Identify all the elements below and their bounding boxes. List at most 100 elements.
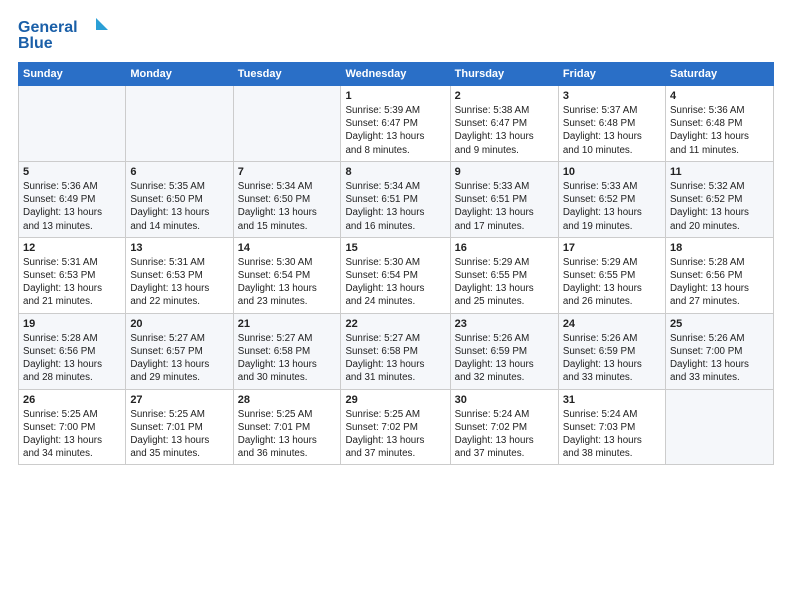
day-info: Sunrise: 5:26 AM Sunset: 7:00 PM Dayligh… (670, 332, 769, 385)
day-cell: 13Sunrise: 5:31 AM Sunset: 6:53 PM Dayli… (126, 237, 233, 313)
day-cell: 18Sunrise: 5:28 AM Sunset: 6:56 PM Dayli… (665, 237, 773, 313)
header: GeneralBlue (18, 16, 774, 54)
day-number: 2 (455, 90, 554, 102)
day-cell: 7 Sunrise: 5:34 AM Sunset: 6:50 PM Daylig… (233, 161, 341, 237)
day-cell: 15Sunrise: 5:30 AM Sunset: 6:54 PM Dayli… (341, 237, 450, 313)
day-cell: 9 Sunrise: 5:33 AM Sunset: 6:51 PM Daylig… (450, 161, 558, 237)
day-info: Sunrise: 5:26 AM Sunset: 6:59 PM Dayligh… (563, 332, 661, 385)
day-info: Sunrise: 5:36 AM Sunset: 6:48 PM Dayligh… (670, 104, 769, 157)
day-info: Sunrise: 5:26 AM Sunset: 6:59 PM Dayligh… (455, 332, 554, 385)
day-info: Sunrise: 5:25 AM Sunset: 7:01 PM Dayligh… (130, 408, 228, 461)
day-number: 12 (23, 242, 121, 254)
day-info: Sunrise: 5:34 AM Sunset: 6:51 PM Dayligh… (345, 180, 445, 233)
day-info: Sunrise: 5:39 AM Sunset: 6:47 PM Dayligh… (345, 104, 445, 157)
week-row-3: 12 Sunrise: 5:31 AM Sunset: 6:53 PM Dayli… (19, 237, 774, 313)
day-number: 20 (130, 318, 228, 330)
day-cell: 8 Sunrise: 5:34 AM Sunset: 6:51 PM Daylig… (341, 161, 450, 237)
calendar-page: GeneralBlue SundayMondayTuesdayWednesday… (0, 0, 792, 612)
day-number: 14 (238, 242, 337, 254)
day-number: 1 (345, 90, 445, 102)
week-row-4: 19 Sunrise: 5:28 AM Sunset: 6:56 PM Dayli… (19, 313, 774, 389)
day-cell: 28 Sunrise: 5:25 AM Sunset: 7:01 PM Dayli… (233, 389, 341, 465)
day-info: Sunrise: 5:29 AM Sunset: 6:55 PM Dayligh… (455, 256, 554, 309)
day-cell: 16Sunrise: 5:29 AM Sunset: 6:55 PM Dayli… (450, 237, 558, 313)
day-number: 10 (563, 166, 661, 178)
weekday-sunday: Sunday (19, 63, 126, 86)
day-cell: 3 Sunrise: 5:37 AM Sunset: 6:48 PM Daylig… (558, 86, 665, 162)
day-cell (233, 86, 341, 162)
day-cell: 20 Sunrise: 5:27 AM Sunset: 6:57 PM Dayli… (126, 313, 233, 389)
day-cell (665, 389, 773, 465)
day-cell: 14Sunrise: 5:30 AM Sunset: 6:54 PM Dayli… (233, 237, 341, 313)
day-number: 28 (238, 394, 337, 406)
weekday-thursday: Thursday (450, 63, 558, 86)
day-cell: 25 Sunrise: 5:26 AM Sunset: 7:00 PM Dayli… (665, 313, 773, 389)
day-number: 23 (455, 318, 554, 330)
logo: GeneralBlue (18, 16, 118, 54)
day-cell: 22 Sunrise: 5:27 AM Sunset: 6:58 PM Dayli… (341, 313, 450, 389)
day-cell: 4 Sunrise: 5:36 AM Sunset: 6:48 PM Daylig… (665, 86, 773, 162)
day-number: 22 (345, 318, 445, 330)
day-info: Sunrise: 5:37 AM Sunset: 6:48 PM Dayligh… (563, 104, 661, 157)
day-cell (19, 86, 126, 162)
day-number: 30 (455, 394, 554, 406)
day-cell: 30 Sunrise: 5:24 AM Sunset: 7:02 PM Dayli… (450, 389, 558, 465)
day-info: Sunrise: 5:29 AM Sunset: 6:55 PM Dayligh… (563, 256, 661, 309)
day-cell (126, 86, 233, 162)
weekday-wednesday: Wednesday (341, 63, 450, 86)
day-number: 31 (563, 394, 661, 406)
day-number: 25 (670, 318, 769, 330)
day-number: 8 (345, 166, 445, 178)
day-info: Sunrise: 5:33 AM Sunset: 6:51 PM Dayligh… (455, 180, 554, 233)
day-number: 17 (563, 242, 661, 254)
day-info: Sunrise: 5:24 AM Sunset: 7:02 PM Dayligh… (455, 408, 554, 461)
weekday-header-row: SundayMondayTuesdayWednesdayThursdayFrid… (19, 63, 774, 86)
day-number: 27 (130, 394, 228, 406)
day-info: Sunrise: 5:31 AM Sunset: 6:53 PM Dayligh… (23, 256, 121, 309)
day-number: 29 (345, 394, 445, 406)
day-info: Sunrise: 5:27 AM Sunset: 6:57 PM Dayligh… (130, 332, 228, 385)
day-cell: 12 Sunrise: 5:31 AM Sunset: 6:53 PM Dayli… (19, 237, 126, 313)
day-info: Sunrise: 5:25 AM Sunset: 7:02 PM Dayligh… (345, 408, 445, 461)
weekday-tuesday: Tuesday (233, 63, 341, 86)
day-info: Sunrise: 5:35 AM Sunset: 6:50 PM Dayligh… (130, 180, 228, 233)
day-info: Sunrise: 5:36 AM Sunset: 6:49 PM Dayligh… (23, 180, 121, 233)
day-cell: 2Sunrise: 5:38 AM Sunset: 6:47 PM Daylig… (450, 86, 558, 162)
week-row-5: 26Sunrise: 5:25 AM Sunset: 7:00 PM Dayli… (19, 389, 774, 465)
day-number: 7 (238, 166, 337, 178)
day-cell: 29 Sunrise: 5:25 AM Sunset: 7:02 PM Dayli… (341, 389, 450, 465)
calendar-table: SundayMondayTuesdayWednesdayThursdayFrid… (18, 62, 774, 465)
weekday-saturday: Saturday (665, 63, 773, 86)
day-cell: 17 Sunrise: 5:29 AM Sunset: 6:55 PM Dayli… (558, 237, 665, 313)
day-number: 24 (563, 318, 661, 330)
day-cell: 23 Sunrise: 5:26 AM Sunset: 6:59 PM Dayli… (450, 313, 558, 389)
day-number: 5 (23, 166, 121, 178)
day-info: Sunrise: 5:25 AM Sunset: 7:01 PM Dayligh… (238, 408, 337, 461)
day-cell: 6Sunrise: 5:35 AM Sunset: 6:50 PM Daylig… (126, 161, 233, 237)
day-info: Sunrise: 5:34 AM Sunset: 6:50 PM Dayligh… (238, 180, 337, 233)
day-cell: 26Sunrise: 5:25 AM Sunset: 7:00 PM Dayli… (19, 389, 126, 465)
day-cell: 11Sunrise: 5:32 AM Sunset: 6:52 PM Dayli… (665, 161, 773, 237)
day-number: 15 (345, 242, 445, 254)
day-number: 9 (455, 166, 554, 178)
week-row-2: 5 Sunrise: 5:36 AM Sunset: 6:49 PM Daylig… (19, 161, 774, 237)
day-info: Sunrise: 5:33 AM Sunset: 6:52 PM Dayligh… (563, 180, 661, 233)
day-info: Sunrise: 5:28 AM Sunset: 6:56 PM Dayligh… (670, 256, 769, 309)
day-info: Sunrise: 5:28 AM Sunset: 6:56 PM Dayligh… (23, 332, 121, 385)
day-number: 4 (670, 90, 769, 102)
svg-text:Blue: Blue (18, 35, 53, 52)
day-cell: 1 Sunrise: 5:39 AM Sunset: 6:47 PM Daylig… (341, 86, 450, 162)
day-cell: 21Sunrise: 5:27 AM Sunset: 6:58 PM Dayli… (233, 313, 341, 389)
day-cell: 19 Sunrise: 5:28 AM Sunset: 6:56 PM Dayli… (19, 313, 126, 389)
day-info: Sunrise: 5:27 AM Sunset: 6:58 PM Dayligh… (345, 332, 445, 385)
svg-text:General: General (18, 19, 78, 36)
day-cell: 10 Sunrise: 5:33 AM Sunset: 6:52 PM Dayli… (558, 161, 665, 237)
day-info: Sunrise: 5:25 AM Sunset: 7:00 PM Dayligh… (23, 408, 121, 461)
day-number: 3 (563, 90, 661, 102)
day-info: Sunrise: 5:27 AM Sunset: 6:58 PM Dayligh… (238, 332, 337, 385)
day-number: 11 (670, 166, 769, 178)
day-info: Sunrise: 5:24 AM Sunset: 7:03 PM Dayligh… (563, 408, 661, 461)
weekday-friday: Friday (558, 63, 665, 86)
day-number: 19 (23, 318, 121, 330)
day-cell: 31 Sunrise: 5:24 AM Sunset: 7:03 PM Dayli… (558, 389, 665, 465)
